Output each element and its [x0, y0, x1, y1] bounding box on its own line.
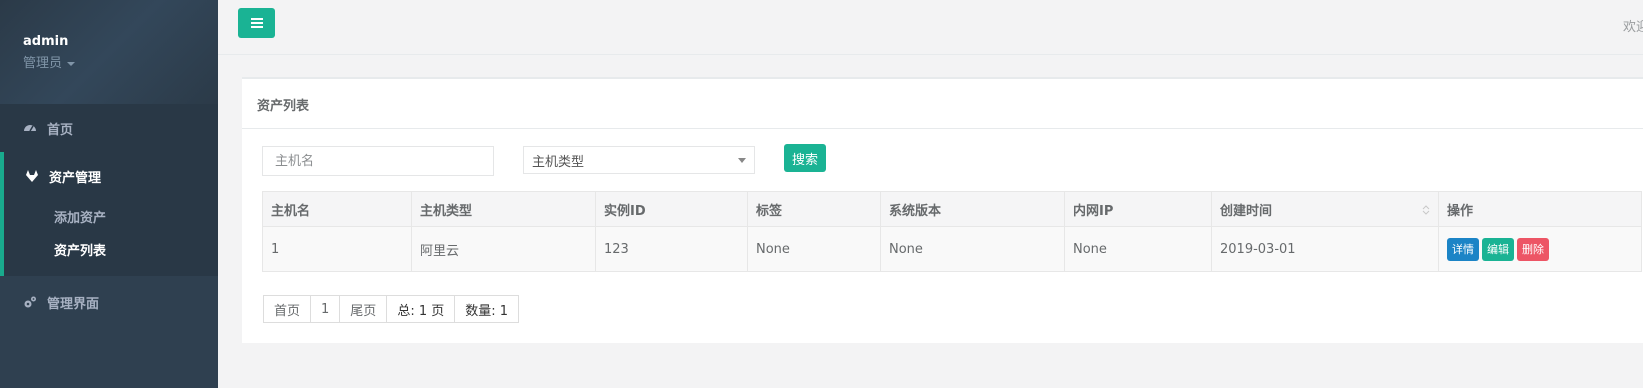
search-button[interactable]: 搜索 [784, 144, 826, 172]
cell-instance-id: 123 [595, 226, 748, 272]
column-header-tag[interactable]: 标签 [747, 191, 881, 227]
pagination-last[interactable]: 尾页 [339, 295, 388, 323]
column-header-private-ip[interactable]: 内网IP [1064, 191, 1212, 227]
host-type-select[interactable]: 主机类型 [523, 146, 755, 174]
gitlab-icon [26, 170, 38, 182]
edit-button[interactable]: 编辑 [1482, 237, 1514, 261]
pagination: 首页 1 尾页 总: 1 页 数量: 1 [263, 295, 520, 323]
asset-list-panel: 资产列表 主机类型 搜索 主机名 主机类型 实例ID 标签 系统版本 内网IP … [242, 77, 1643, 343]
column-header-os-version[interactable]: 系统版本 [880, 191, 1065, 227]
dashboard-icon [24, 125, 36, 132]
caret-down-icon [67, 61, 76, 66]
sidebar-item-home-label: 首页 [47, 122, 74, 138]
column-header-created-time[interactable]: 创建时间 [1211, 191, 1439, 227]
table-row: 1 阿里云 123 None None None 2019-03-01 详情 编辑… [262, 226, 1642, 272]
profile-name: admin [23, 34, 69, 49]
sidebar-item-asset-management-label: 资产管理 [49, 170, 102, 186]
top-navbar: 欢迎 [218, 0, 1643, 55]
sidebar-item-admin-ui-label: 管理界面 [47, 296, 100, 312]
table-header-row: 主机名 主机类型 实例ID 标签 系统版本 内网IP 创建时间 操作 [262, 191, 1642, 227]
asset-table-container: 主机名 主机类型 实例ID 标签 系统版本 内网IP 创建时间 操作 1 阿里云 [262, 191, 1642, 272]
column-header-host-type[interactable]: 主机类型 [411, 191, 596, 227]
pagination-first[interactable]: 首页 [263, 295, 312, 323]
cell-created-time: 2019-03-01 [1211, 226, 1439, 272]
delete-button[interactable]: 删除 [1517, 237, 1549, 261]
search-row: 主机类型 搜索 [262, 144, 1642, 178]
welcome-text: 欢迎 [1623, 20, 1643, 35]
cell-host-type: 阿里云 [411, 226, 596, 272]
pagination-count: 数量: 1 [454, 295, 520, 323]
sidebar-item-home[interactable]: 首页 [0, 104, 218, 152]
hamburger-icon [250, 18, 263, 28]
menu-toggle-button[interactable] [238, 8, 275, 38]
panel-title: 资产列表 [242, 79, 1643, 129]
profile-section: admin 管理员 [0, 0, 218, 104]
sidebar: admin 管理员 首页 资产管理 添加资产 资产列表 管理界面 [0, 0, 218, 388]
asset-table: 主机名 主机类型 实例ID 标签 系统版本 内网IP 创建时间 操作 1 阿里云 [262, 191, 1642, 272]
dropdown-arrow-icon [738, 158, 746, 163]
column-header-hostname[interactable]: 主机名 [262, 191, 412, 227]
pagination-total-pages: 总: 1 页 [386, 295, 456, 323]
cell-hostname: 1 [262, 226, 412, 272]
sidebar-item-asset-management[interactable]: 资产管理 [4, 152, 218, 200]
column-header-created-time-label: 创建时间 [1220, 203, 1273, 219]
cell-actions: 详情 编辑 删除 [1438, 226, 1642, 272]
detail-button[interactable]: 详情 [1447, 237, 1479, 261]
column-header-instance-id[interactable]: 实例ID [595, 191, 748, 227]
cell-tag: None [747, 226, 881, 272]
sidebar-item-admin-ui[interactable]: 管理界面 [0, 278, 218, 326]
host-type-select-value: 主机类型 [532, 154, 585, 170]
cell-private-ip: None [1064, 226, 1212, 272]
sort-icon [1422, 205, 1430, 215]
profile-role-dropdown[interactable]: 管理员 [23, 52, 218, 71]
sidebar-subitem-add-asset[interactable]: 添加资产 [4, 200, 218, 233]
profile-role-label: 管理员 [23, 56, 63, 71]
pagination-page-1[interactable]: 1 [310, 295, 341, 323]
column-header-actions: 操作 [1438, 191, 1642, 227]
sidebar-subitem-asset-list[interactable]: 资产列表 [4, 233, 218, 266]
cell-os-version: None [880, 226, 1065, 272]
hostname-search-input[interactable] [262, 146, 494, 176]
sidebar-group-asset-management: 资产管理 添加资产 资产列表 [0, 152, 218, 276]
cogs-icon [24, 296, 36, 308]
